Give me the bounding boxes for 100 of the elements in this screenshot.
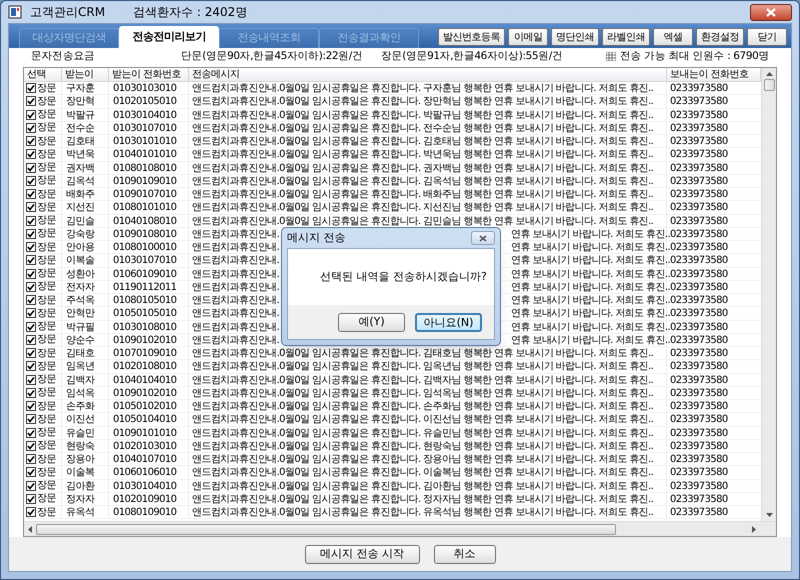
message-type: 장문 xyxy=(37,479,56,492)
checkbox[interactable] xyxy=(26,202,36,212)
checkbox[interactable] xyxy=(26,282,36,292)
checkbox[interactable] xyxy=(26,189,36,200)
checkbox[interactable] xyxy=(26,480,36,491)
scroll-thumb[interactable] xyxy=(36,524,616,534)
dialog-button[interactable]: 아니요(N) xyxy=(415,312,482,332)
checkbox[interactable] xyxy=(26,83,36,94)
message-type: 장문 xyxy=(37,294,56,307)
table-cell: 01090102010 xyxy=(109,334,189,346)
table-cell: 앤드컴치과휴진안내.0월0일 임시공휴일은 휴진합니다. 현랑숙님 행복한 연휴 보내시기 바랍니다. 저희도 휴진.. xyxy=(192,440,654,452)
table-cell: 전수순 xyxy=(62,122,109,134)
horizontal-scrollbar[interactable] xyxy=(24,521,776,536)
column-header[interactable]: 받는이 xyxy=(62,68,109,81)
toolbar-button[interactable]: 엑셀 xyxy=(653,28,693,46)
checkbox[interactable] xyxy=(26,122,36,133)
tab[interactable]: 전송전미리보기 xyxy=(119,26,219,48)
table-cell: 01030108010 xyxy=(109,320,189,333)
checkbox[interactable] xyxy=(26,348,36,358)
table-cell: 장만혁 xyxy=(62,95,109,108)
table-cell: 01080108010 xyxy=(109,162,189,174)
dialog-button[interactable]: 예(Y) xyxy=(338,312,405,332)
table-cell: 01060106010 xyxy=(109,466,189,478)
table-cell: 앤드컴치과휴진안내.0월0일 임시공휴일은 휴진합니다. 김옥석님 행복한 연휴 보내시기 바랍니다. 저희도 휴진.. xyxy=(192,174,654,187)
checkbox[interactable] xyxy=(26,454,36,464)
message-type: 장문 xyxy=(37,134,56,148)
table-cell: 앤드컴치과휴진안내.0월0일 임시공휴일은 휴진합니다. 박팔규님 행복한 연휴 보내시기 바랍니다. 저희도 휴진.. xyxy=(192,108,654,121)
patient-count: 검색환자수 : 2402명 xyxy=(133,4,248,21)
checkbox[interactable] xyxy=(26,228,36,239)
footer-button[interactable]: 취소 xyxy=(434,544,496,564)
table-cell: 01030107010 xyxy=(109,122,189,134)
checkbox[interactable] xyxy=(26,110,36,120)
checkbox[interactable] xyxy=(26,216,36,226)
table-cell: 안아용 xyxy=(62,241,109,254)
checkbox[interactable] xyxy=(26,322,36,332)
table-cell: 임옥년 xyxy=(62,360,109,372)
close-button[interactable] xyxy=(750,4,792,20)
scroll-thumb[interactable] xyxy=(764,79,774,91)
checkbox[interactable] xyxy=(26,162,36,173)
checkbox[interactable] xyxy=(26,334,36,345)
checkbox[interactable] xyxy=(26,149,36,160)
toolbar-button[interactable]: 닫기 xyxy=(747,28,787,46)
table-cell: 권자백 xyxy=(62,162,109,174)
checkbox[interactable] xyxy=(26,467,36,478)
table-cell: 앤드컴치과휴진안내.0월0일 임시공휴일은 휴진합니다. 정자자님 행복한 연휴 보내시기 바랍니다. 저희도 휴진.. xyxy=(192,492,654,505)
table-cell: 01080101010 xyxy=(109,201,189,214)
toolbar-button[interactable]: 라벨인쇄 xyxy=(602,28,650,46)
table-cell: 배화주 xyxy=(62,188,109,200)
table-cell: 01080105010 xyxy=(109,294,189,306)
checkbox[interactable] xyxy=(26,374,36,385)
max-recipients: 전송 가능 최대 인원수 : 6790명 xyxy=(620,48,769,64)
checkbox[interactable] xyxy=(26,176,36,186)
table-cell: 박규필 xyxy=(62,320,109,333)
checkbox[interactable] xyxy=(26,136,36,146)
checkbox[interactable] xyxy=(26,507,36,518)
app-icon xyxy=(8,5,22,19)
table-cell: 앤드컴치과휴진안내. xyxy=(192,307,280,320)
message-type: 장문 xyxy=(37,280,56,294)
table-cell: 01020108010 xyxy=(109,360,189,372)
checkbox[interactable] xyxy=(26,440,36,451)
table-cell-text: 0233973580 xyxy=(669,466,729,478)
toolbar-button[interactable]: 발신번호등록 xyxy=(438,28,505,46)
checkbox[interactable] xyxy=(26,494,36,504)
close-button[interactable] xyxy=(471,231,495,245)
table-cell: 연휴 보내시기 바랍니다. 저희도 휴진.. xyxy=(511,241,670,254)
table-cell: 01040101010 xyxy=(109,148,189,160)
close-icon xyxy=(766,8,776,16)
column-header[interactable]: 선택 xyxy=(24,68,62,81)
table-cell: 손주화 xyxy=(62,400,109,412)
checkbox[interactable] xyxy=(26,401,36,412)
table-cell: 유슬민 xyxy=(62,426,109,439)
table-cell-text: 0233973580 xyxy=(669,492,729,505)
table-cell: 주석옥 xyxy=(62,294,109,306)
checkbox[interactable] xyxy=(26,242,36,252)
table-cell: 01040107010 xyxy=(109,453,189,466)
checkbox[interactable] xyxy=(26,295,36,306)
checkbox[interactable] xyxy=(26,308,36,318)
checkbox[interactable] xyxy=(26,96,36,106)
checkbox[interactable] xyxy=(26,268,36,279)
toolbar-button[interactable]: 환경설정 xyxy=(696,28,744,46)
message-type: 장문 xyxy=(37,267,56,280)
table-cell: 01090109010 xyxy=(109,174,189,187)
toolbar-button[interactable]: 이메일 xyxy=(508,28,548,46)
table-cell: 01040108010 xyxy=(109,214,189,227)
checkbox[interactable] xyxy=(26,414,36,424)
table-cell: 앤드컴치과휴진안내. xyxy=(192,320,280,333)
checkbox[interactable] xyxy=(26,428,36,438)
message-type: 장문 xyxy=(37,254,56,267)
vertical-scrollbar[interactable] xyxy=(761,68,776,521)
checkbox[interactable] xyxy=(26,361,36,372)
table-cell: 01050105010 xyxy=(109,307,189,320)
message-type: 장문 xyxy=(37,360,56,373)
footer-button[interactable]: 메시지 전송 시작 xyxy=(304,544,420,564)
checkbox[interactable] xyxy=(26,388,36,398)
checkbox[interactable] xyxy=(26,255,36,266)
column-header[interactable]: 전송메시지 xyxy=(189,68,667,81)
table-cell: 구자훈 xyxy=(62,82,109,94)
toolbar-button[interactable]: 명단인쇄 xyxy=(551,28,599,46)
column-header[interactable]: 받는이 전화번호 xyxy=(109,68,189,81)
table-cell: 01060109010 xyxy=(109,268,189,280)
